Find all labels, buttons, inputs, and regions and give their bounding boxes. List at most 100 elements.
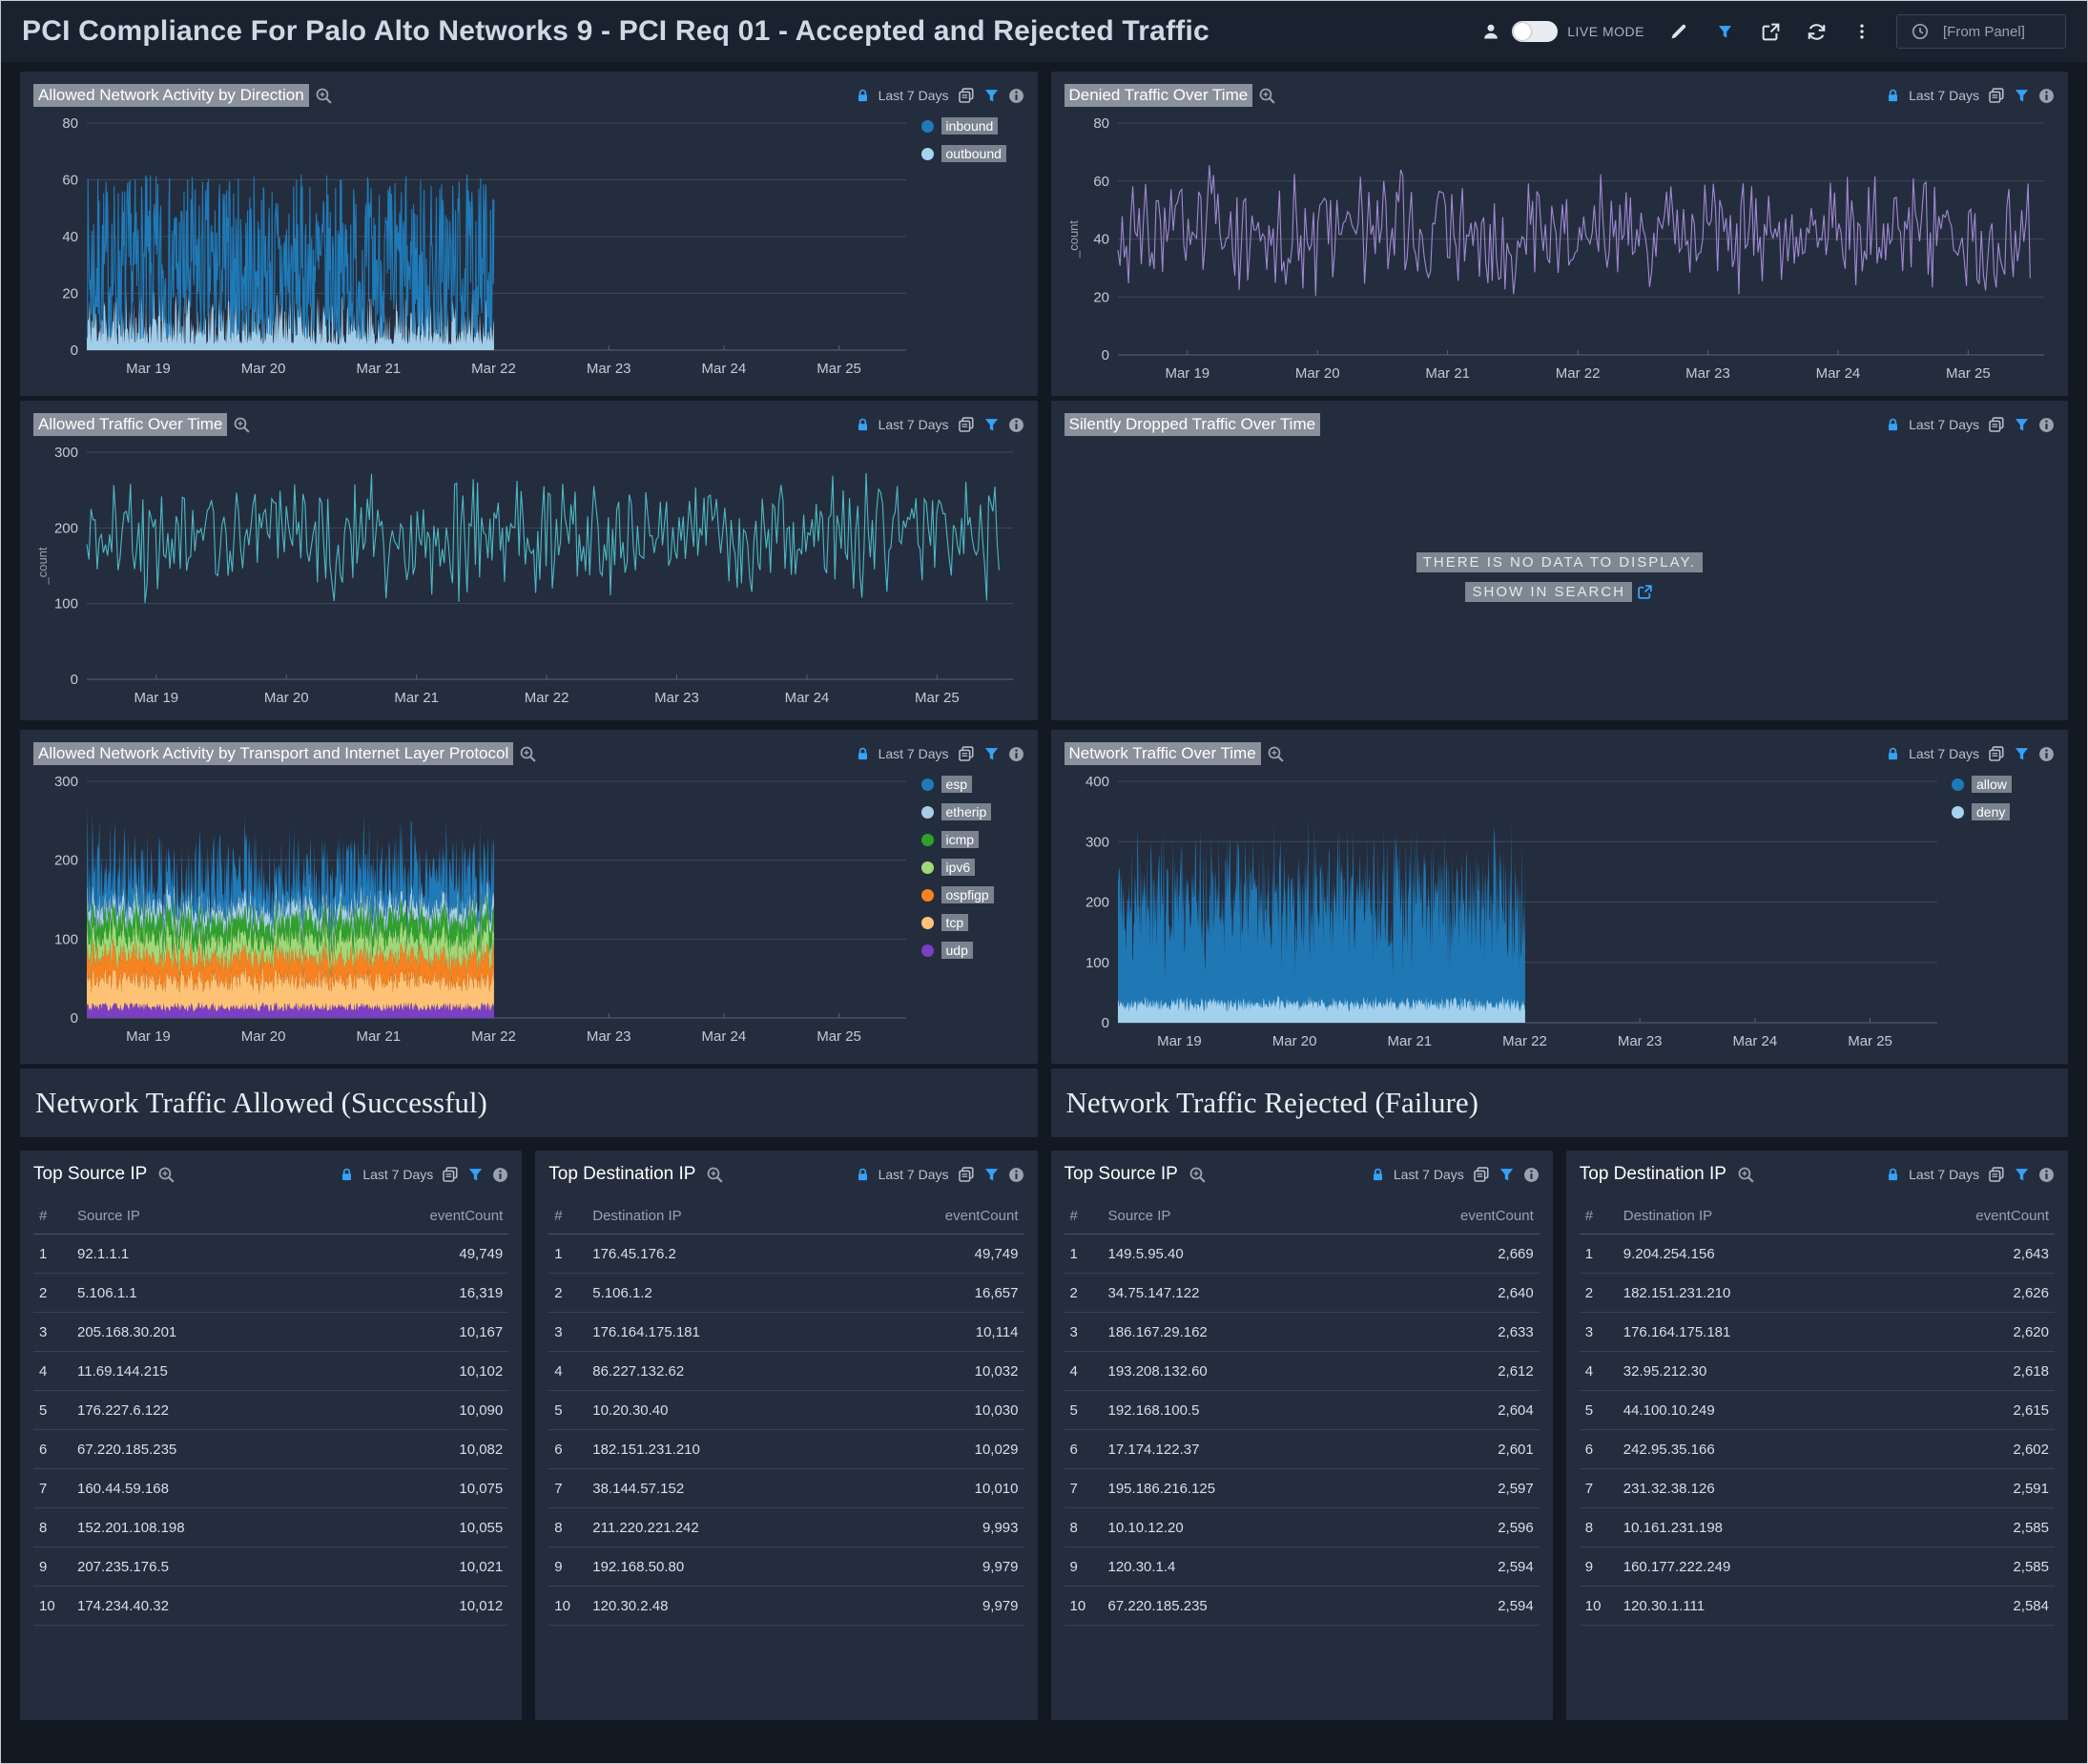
table-row[interactable]: 10 120.30.1.111 2,584: [1579, 1586, 2055, 1626]
table-row[interactable]: 7 195.186.216.125 2,597: [1064, 1468, 1540, 1508]
table-row[interactable]: 4 11.69.144.215 10,102: [33, 1351, 509, 1391]
table-row[interactable]: 3 176.164.175.181 10,114: [548, 1312, 1024, 1352]
table-row[interactable]: 6 67.220.185.235 10,082: [33, 1429, 509, 1469]
table-row[interactable]: 8 10.10.12.20 2,596: [1064, 1507, 1540, 1547]
info-icon[interactable]: [2038, 746, 2055, 762]
table-row[interactable]: 7 231.32.38.126 2,591: [1579, 1468, 2055, 1508]
allowed-over-time-chart[interactable]: 0 100 200 300 Mar 19 Mar 20 Mar 21 Mar 22 Mar 23…: [33, 439, 1024, 715]
table-row[interactable]: 9 207.235.176.5 10,021: [33, 1546, 509, 1587]
table-row[interactable]: 5 192.168.100.5 2,604: [1064, 1390, 1540, 1430]
allowed-by-protocol-chart[interactable]: 0 100 200 300 Mar 19 Mar 20 Mar 21 Mar 22 Mar 23…: [33, 768, 918, 1058]
time-range-label[interactable]: Last 7 Days: [879, 417, 949, 432]
time-range-label[interactable]: Last 7 Days: [1909, 746, 1979, 761]
info-icon[interactable]: [1008, 746, 1024, 762]
legend-item[interactable]: allow: [1952, 776, 2055, 793]
zoom-in-icon[interactable]: [1737, 1166, 1755, 1184]
table-row[interactable]: 6 182.151.231.210 10,029: [548, 1429, 1024, 1469]
allowed-by-direction-chart[interactable]: 0 20 40 60 80 Mar 19 Mar 20 Mar 21 Mar 22 Mar 23 M…: [33, 110, 918, 390]
legend-item[interactable]: outbound: [920, 145, 1024, 162]
copy-icon[interactable]: [1988, 1166, 2005, 1183]
table-row[interactable]: 10 67.220.185.235 2,594: [1064, 1586, 1540, 1626]
filter-icon[interactable]: [2014, 746, 2030, 762]
table-row[interactable]: 7 38.144.57.152 10,010: [548, 1468, 1024, 1508]
filter-icon[interactable]: [983, 417, 1000, 433]
info-icon[interactable]: [1008, 88, 1024, 104]
table-row[interactable]: 9 160.177.222.249 2,585: [1579, 1546, 2055, 1587]
info-icon[interactable]: [2038, 417, 2055, 433]
user-icon[interactable]: [1479, 20, 1502, 43]
live-mode-toggle[interactable]: [1512, 21, 1559, 42]
show-in-search-link[interactable]: SHOW IN SEARCH: [1465, 581, 1653, 602]
table-row[interactable]: 5 176.227.6.122 10,090: [33, 1390, 509, 1430]
table-row[interactable]: 3 176.164.175.181 2,620: [1579, 1312, 2055, 1352]
copy-icon[interactable]: [958, 1166, 975, 1183]
table-row[interactable]: 9 120.30.1.4 2,594: [1064, 1546, 1540, 1587]
filter-icon[interactable]: [2014, 1167, 2030, 1183]
network-traffic-over-time-chart[interactable]: 0 100 200 300 400 Mar 19 Mar 20 Mar 21 Mar 22 Mar…: [1065, 768, 1949, 1058]
table-row[interactable]: 1 149.5.95.40 2,669: [1064, 1234, 1540, 1274]
time-range-label[interactable]: Last 7 Days: [879, 746, 949, 761]
more-options-icon[interactable]: [1850, 20, 1873, 43]
time-range-label[interactable]: Last 7 Days: [1909, 88, 1979, 103]
zoom-in-icon[interactable]: [1189, 1166, 1207, 1184]
copy-icon[interactable]: [958, 416, 975, 433]
table-row[interactable]: 8 211.220.221.242 9,993: [548, 1507, 1024, 1547]
time-range-label[interactable]: Last 7 Days: [1909, 1167, 1979, 1182]
copy-icon[interactable]: [1988, 87, 2005, 104]
copy-icon[interactable]: [1988, 745, 2005, 762]
table-row[interactable]: 4 193.208.132.60 2,612: [1064, 1351, 1540, 1391]
info-icon[interactable]: [2038, 1167, 2055, 1183]
time-range-label[interactable]: Last 7 Days: [362, 1167, 433, 1182]
legend-item[interactable]: etherip: [920, 803, 1024, 820]
table-row[interactable]: 1 176.45.176.2 49,749: [548, 1234, 1024, 1274]
table-row[interactable]: 6 17.174.122.37 2,601: [1064, 1429, 1540, 1469]
table-row[interactable]: 2 182.151.231.210 2,626: [1579, 1273, 2055, 1313]
zoom-in-icon[interactable]: [519, 745, 537, 763]
table-row[interactable]: 3 186.167.29.162 2,633: [1064, 1312, 1540, 1352]
info-icon[interactable]: [1523, 1167, 1540, 1183]
refresh-icon[interactable]: [1805, 20, 1828, 43]
legend-item[interactable]: tcp: [920, 914, 1024, 931]
time-range-label[interactable]: Last 7 Days: [879, 88, 949, 103]
filter-icon[interactable]: [1499, 1167, 1515, 1183]
zoom-in-icon[interactable]: [157, 1166, 176, 1184]
table-row[interactable]: 1 92.1.1.1 49,749: [33, 1234, 509, 1274]
table-row[interactable]: 2 5.106.1.2 16,657: [548, 1273, 1024, 1313]
table-row[interactable]: 4 86.227.132.62 10,032: [548, 1351, 1024, 1391]
table-row[interactable]: 4 32.95.212.30 2,618: [1579, 1351, 2055, 1391]
filter-icon[interactable]: [983, 88, 1000, 104]
edit-icon[interactable]: [1667, 20, 1690, 43]
table-row[interactable]: 5 10.20.30.40 10,030: [548, 1390, 1024, 1430]
table-row[interactable]: 7 160.44.59.168 10,075: [33, 1468, 509, 1508]
legend-item[interactable]: ipv6: [920, 859, 1024, 876]
table-row[interactable]: 9 192.168.50.80 9,979: [548, 1546, 1024, 1587]
table-row[interactable]: 8 10.161.231.198 2,585: [1579, 1507, 2055, 1547]
copy-icon[interactable]: [1988, 416, 2005, 433]
table-row[interactable]: 10 120.30.2.48 9,979: [548, 1586, 1024, 1626]
filter-icon[interactable]: [2014, 417, 2030, 433]
table-row[interactable]: 5 44.100.10.249 2,615: [1579, 1390, 2055, 1430]
filter-icon[interactable]: [983, 1167, 1000, 1183]
table-row[interactable]: 2 5.106.1.1 16,319: [33, 1273, 509, 1313]
zoom-in-icon[interactable]: [1267, 745, 1285, 763]
filter-icon[interactable]: [467, 1167, 484, 1183]
time-range-label[interactable]: Last 7 Days: [1394, 1167, 1464, 1182]
table-row[interactable]: 3 205.168.30.201 10,167: [33, 1312, 509, 1352]
info-icon[interactable]: [1008, 1167, 1024, 1183]
table-row[interactable]: 10 174.234.40.32 10,012: [33, 1586, 509, 1626]
table-row[interactable]: 2 34.75.147.122 2,640: [1064, 1273, 1540, 1313]
zoom-in-icon[interactable]: [1258, 87, 1276, 105]
info-icon[interactable]: [2038, 88, 2055, 104]
copy-icon[interactable]: [1473, 1166, 1490, 1183]
share-icon[interactable]: [1759, 20, 1782, 43]
filter-icon[interactable]: [1713, 20, 1736, 43]
time-range-label[interactable]: Last 7 Days: [1909, 417, 1979, 432]
legend-item[interactable]: deny: [1952, 803, 2055, 820]
legend-item[interactable]: esp: [920, 776, 1024, 793]
zoom-in-icon[interactable]: [233, 416, 251, 434]
info-icon[interactable]: [1008, 417, 1024, 433]
time-range-label[interactable]: Last 7 Days: [879, 1167, 949, 1182]
legend-item[interactable]: ospfigp: [920, 886, 1024, 903]
copy-icon[interactable]: [958, 745, 975, 762]
table-row[interactable]: 1 9.204.254.156 2,643: [1579, 1234, 2055, 1274]
